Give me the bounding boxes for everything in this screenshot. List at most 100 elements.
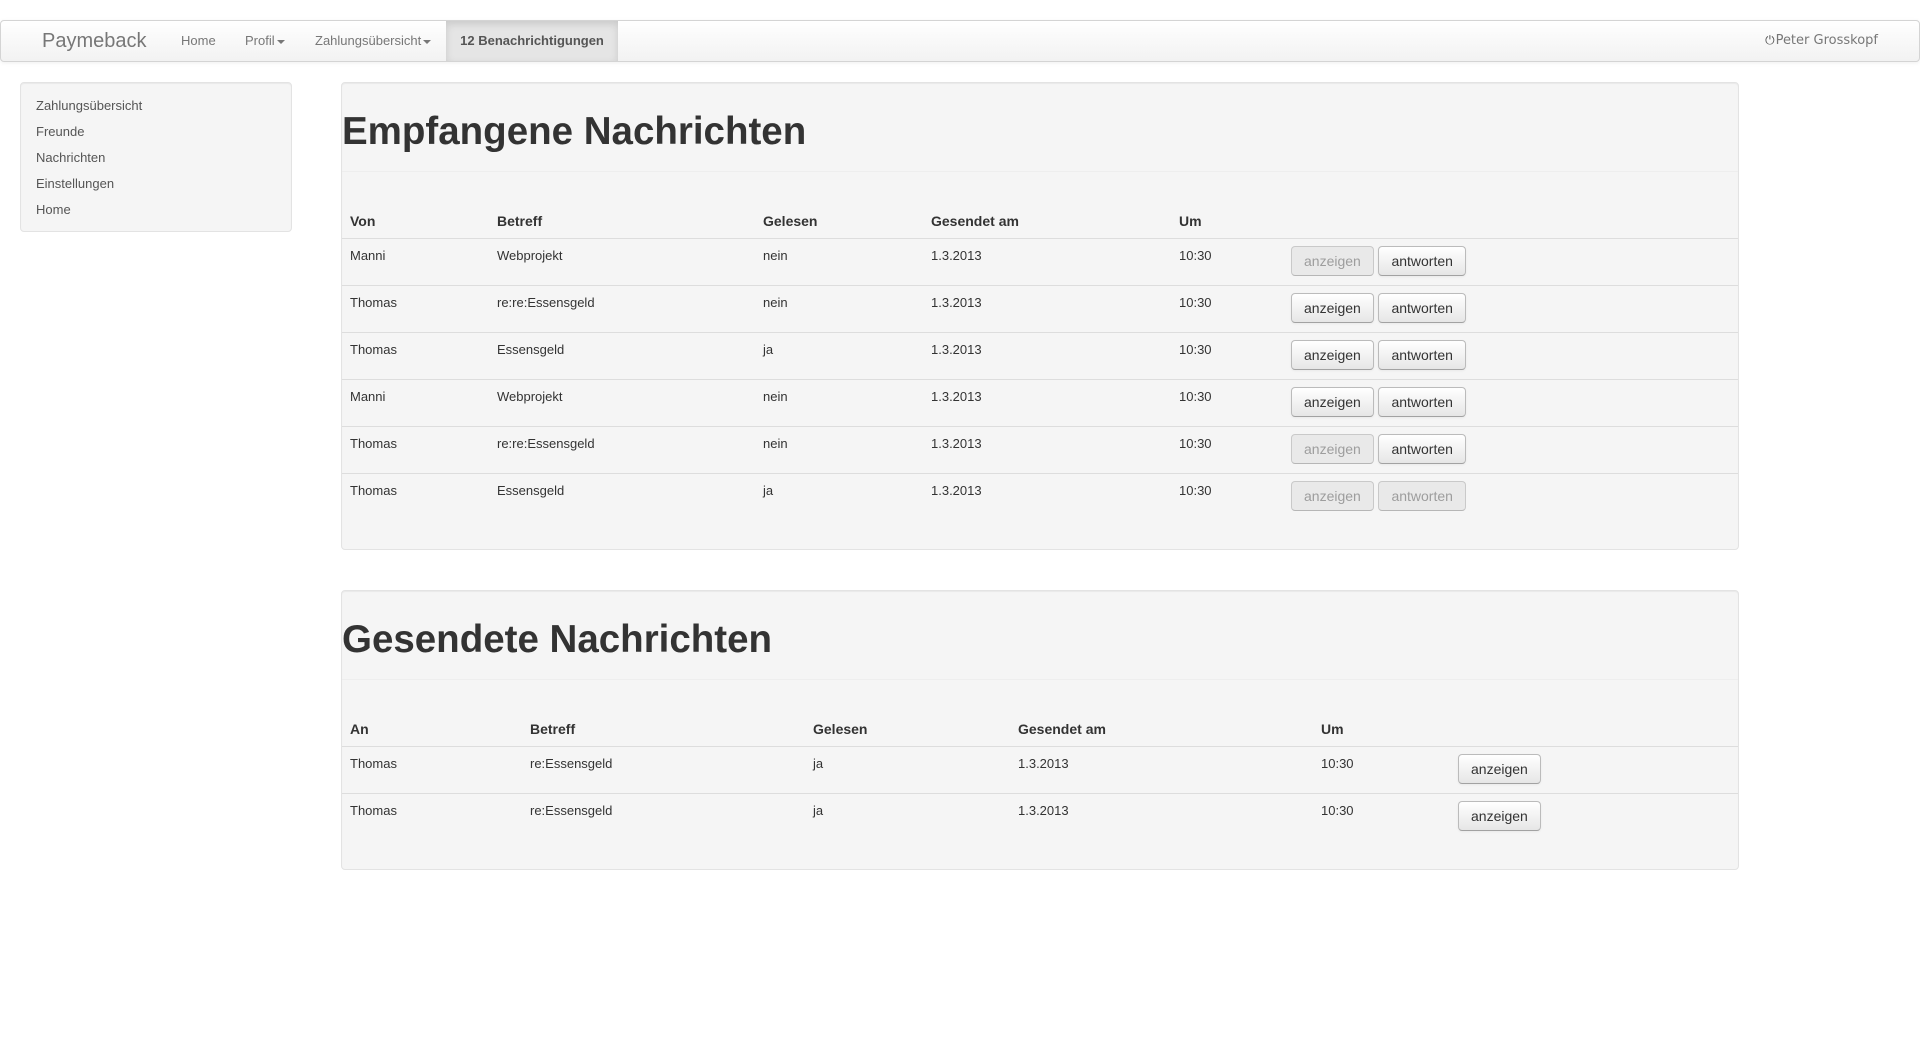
- sent-messages-panel: Gesendete Nachrichten An Betreff Gelesen…: [341, 590, 1739, 870]
- sidebar-item-home[interactable]: Home: [21, 197, 291, 223]
- table-row: Thomas Essensgeld ja 1.3.2013 10:30 anzeigen …: [342, 472, 1738, 520]
- show-button[interactable]: anzeigen: [1291, 292, 1374, 323]
- cell-betreff: Essensgeld: [489, 472, 755, 520]
- column-header-betreff: Betreff: [489, 200, 755, 239]
- cell-betreff: Webprojekt: [497, 247, 563, 263]
- cell-um: 10:30: [1321, 755, 1354, 771]
- power-icon: ⏻: [1765, 33, 1775, 47]
- column-header-gelesen: Gelesen: [755, 200, 923, 239]
- sidebar-item-zahlungsuebersicht[interactable]: Zahlungsübersicht: [21, 93, 291, 119]
- cell-von: Thomas: [342, 284, 489, 332]
- show-button[interactable]: anzeigen: [1291, 480, 1374, 511]
- table-row: Thomas re:Essensgeld ja 1.3.2013 10:30 anzeig…: [342, 792, 1738, 840]
- nav-item-zahlungsuebersicht[interactable]: Zahlungsübersicht: [315, 21, 432, 61]
- show-button[interactable]: anzeigen: [1458, 753, 1541, 784]
- nav-item-home[interactable]: Home: [181, 21, 216, 61]
- cell-gesendet-am: 1.3.2013: [931, 247, 982, 263]
- cell-gesendet-am: 1.3.2013: [923, 425, 1171, 473]
- cell-gelesen: nein: [755, 425, 923, 473]
- column-header-um: Um: [1171, 200, 1283, 239]
- reply-button[interactable]: antworten: [1378, 245, 1466, 276]
- column-header-gelesen: Gelesen: [805, 708, 1010, 747]
- table-header-row: Von Betreff Gelesen Gesendet am Um: [342, 200, 1738, 239]
- cell-gelesen: nein: [763, 247, 788, 263]
- cell-von: Thomas: [342, 331, 489, 379]
- sent-messages-table: An Betreff Gelesen Gesendet am Um Thomas…: [342, 708, 1738, 840]
- reply-button[interactable]: antworten: [1378, 339, 1466, 370]
- reply-button[interactable]: antworten: [1378, 433, 1466, 464]
- user-logout-link[interactable]: ⏻Peter Grosskopf: [1765, 21, 1878, 61]
- cell-gelesen: ja: [755, 331, 923, 379]
- top-navbar: Paymeback Home Profil Zahlungsübersicht …: [0, 20, 1920, 62]
- column-header-gesendet-am: Gesendet am: [1010, 708, 1313, 747]
- table-row: Manni Webprojekt nein 1.3.2013 10:30 anzeigen…: [342, 378, 1738, 426]
- nav-item-benachrichtigungen[interactable]: 12 Benachrichtigungen: [446, 21, 618, 61]
- cell-actions: anzeigen antworten: [1283, 331, 1738, 379]
- title-divider: [342, 679, 1738, 680]
- cell-betreff: re:re:Essensgeld: [489, 425, 755, 473]
- caret-down-icon: [276, 39, 285, 44]
- cell-an: Thomas: [350, 755, 397, 771]
- column-header-betreff: Betreff: [522, 708, 805, 747]
- table-row: Manni Webprojekt nein 1.3.2013 10:30 anzeigen…: [342, 238, 1738, 285]
- nav-item-label: Zahlungsübersicht: [315, 33, 422, 48]
- cell-gesendet-am: 1.3.2013: [1018, 755, 1069, 771]
- column-header-actions: [1450, 708, 1738, 747]
- sidebar-item-nachrichten[interactable]: Nachrichten: [21, 145, 291, 171]
- cell-gelesen: nein: [755, 284, 923, 332]
- cell-um: 10:30: [1171, 284, 1283, 332]
- table-row: Thomas re:re:Essensgeld nein 1.3.2013 10:30 a…: [342, 284, 1738, 332]
- reply-button[interactable]: antworten: [1378, 480, 1466, 511]
- brand-logo[interactable]: Paymeback: [42, 21, 147, 61]
- cell-um: 10:30: [1171, 331, 1283, 379]
- reply-button[interactable]: antworten: [1378, 292, 1466, 323]
- title-divider: [342, 171, 1738, 172]
- column-header-von: Von: [342, 200, 489, 239]
- cell-gesendet-am: 1.3.2013: [923, 284, 1171, 332]
- show-button[interactable]: anzeigen: [1458, 800, 1541, 831]
- cell-actions: anzeigen antworten: [1283, 472, 1738, 520]
- show-button[interactable]: anzeigen: [1291, 339, 1374, 370]
- column-header-actions: [1283, 200, 1738, 239]
- show-button[interactable]: anzeigen: [1291, 386, 1374, 417]
- cell-betreff: re:Essensgeld: [522, 792, 805, 840]
- cell-an: Thomas: [342, 792, 522, 840]
- cell-gelesen: ja: [813, 755, 824, 771]
- show-button[interactable]: anzeigen: [1291, 433, 1374, 464]
- cell-betreff: re:Essensgeld: [530, 755, 613, 771]
- table-row: Thomas re:re:Essensgeld nein 1.3.2013 10:30 a…: [342, 425, 1738, 473]
- received-messages-table: Von Betreff Gelesen Gesendet am Um Manni…: [342, 200, 1738, 520]
- table-row: Thomas re:Essensgeld ja 1.3.2013 10:30 anzeig…: [342, 746, 1738, 793]
- cell-von: Thomas: [342, 425, 489, 473]
- cell-um: 10:30: [1313, 792, 1450, 840]
- caret-down-icon: [423, 39, 432, 44]
- cell-um: 10:30: [1171, 472, 1283, 520]
- reply-button[interactable]: antworten: [1378, 386, 1466, 417]
- sidebar-item-freunde[interactable]: Freunde: [21, 119, 291, 145]
- cell-actions: anzeigen: [1450, 792, 1738, 840]
- show-button[interactable]: anzeigen: [1291, 245, 1374, 276]
- cell-gelesen: ja: [805, 792, 1010, 840]
- cell-betreff: Essensgeld: [489, 331, 755, 379]
- cell-gesendet-am: 1.3.2013: [923, 472, 1171, 520]
- cell-um: 10:30: [1171, 425, 1283, 473]
- cell-von: Manni: [350, 247, 386, 263]
- cell-gesendet-am: 1.3.2013: [923, 378, 1171, 426]
- nav-item-label: Profil: [245, 33, 275, 48]
- cell-um: 10:30: [1171, 378, 1283, 426]
- table-header-row: An Betreff Gelesen Gesendet am Um: [342, 708, 1738, 747]
- sidebar-nav: Zahlungsübersicht Freunde Nachrichten Ei…: [20, 82, 292, 232]
- cell-gelesen: ja: [755, 472, 923, 520]
- cell-von: Manni: [342, 378, 489, 426]
- cell-gesendet-am: 1.3.2013: [1010, 792, 1313, 840]
- nav-item-profil[interactable]: Profil: [245, 21, 285, 61]
- cell-gesendet-am: 1.3.2013: [923, 331, 1171, 379]
- cell-actions: anzeigen antworten: [1283, 378, 1738, 426]
- received-title: Empfangene Nachrichten: [342, 110, 807, 153]
- user-name: Peter Grosskopf: [1775, 33, 1878, 48]
- sidebar-item-einstellungen[interactable]: Einstellungen: [21, 171, 291, 197]
- received-messages-panel: Empfangene Nachrichten Von Betreff Geles…: [341, 82, 1739, 550]
- column-header-gesendet-am: Gesendet am: [923, 200, 1171, 239]
- column-header-an: An: [342, 708, 522, 747]
- nav-item-label: Home: [181, 33, 216, 48]
